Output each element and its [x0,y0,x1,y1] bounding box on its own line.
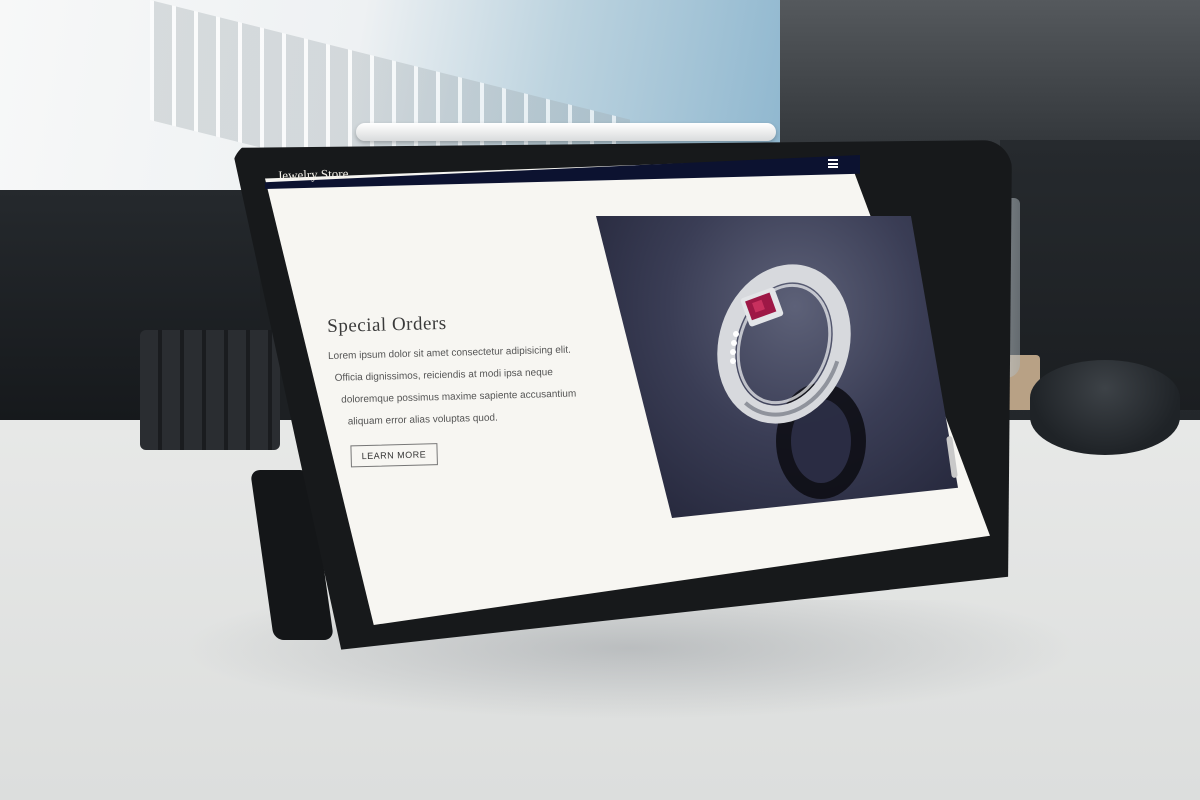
site-brand-logo[interactable]: Jewelry Store [277,166,349,184]
hamburger-menu-icon[interactable] [828,159,838,168]
background-puck-device [1030,360,1180,455]
learn-more-button[interactable]: LEARN MORE [350,443,438,468]
hero-paragraph: Lorem ipsum dolor sit amet consectetur a… [328,338,620,434]
hero-text-block: Special Orders Lorem ipsum dolor sit ame… [327,308,621,468]
stylus-pencil [356,123,776,141]
background-keyboard [140,330,280,450]
